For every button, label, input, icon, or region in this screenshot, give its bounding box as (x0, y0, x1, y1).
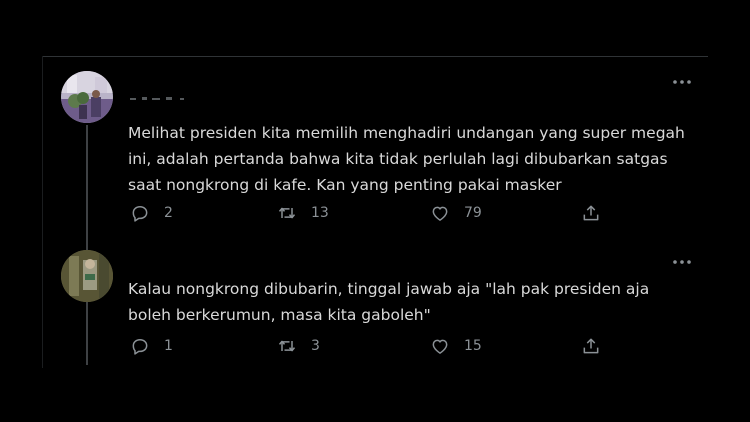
more-options-button[interactable] (670, 75, 694, 89)
more-options-button[interactable] (670, 255, 694, 269)
card-left-border (42, 56, 43, 368)
avatar-image (61, 71, 113, 123)
reply-icon (132, 206, 148, 222)
like-count: 79 (464, 205, 482, 221)
retweet-button[interactable]: 13 (277, 201, 329, 225)
share-button[interactable] (581, 201, 601, 225)
avatar-image (61, 250, 113, 302)
tweet-text: Kalau nongkrong dibubarin, tinggal jawab… (128, 280, 650, 324)
more-horizontal-icon (673, 80, 691, 84)
like-button[interactable]: 79 (430, 201, 482, 225)
avatar[interactable] (61, 250, 113, 302)
avatar[interactable] (61, 71, 113, 123)
heart-icon (432, 339, 448, 354)
username-fragment (130, 97, 184, 100)
reply-button[interactable]: 2 (130, 201, 173, 225)
retweet-icon (278, 340, 296, 352)
retweet-count: 3 (311, 338, 320, 354)
share-button[interactable] (581, 334, 601, 358)
retweet-icon (278, 207, 296, 219)
reply-count: 1 (164, 338, 173, 354)
heart-icon (432, 206, 448, 221)
thread-connector-line (86, 305, 88, 365)
retweet-count: 13 (311, 205, 329, 221)
more-horizontal-icon (673, 260, 691, 264)
like-count: 15 (464, 338, 482, 354)
tweet-text: Melihat presiden kita memilih menghadiri… (128, 124, 685, 194)
share-icon (583, 205, 599, 221)
share-icon (583, 338, 599, 354)
reply-button[interactable]: 1 (130, 334, 173, 358)
reply-count: 2 (164, 205, 173, 221)
like-button[interactable]: 15 (430, 334, 482, 358)
retweet-button[interactable]: 3 (277, 334, 320, 358)
card-top-border (42, 56, 708, 57)
reply-icon (132, 339, 148, 355)
